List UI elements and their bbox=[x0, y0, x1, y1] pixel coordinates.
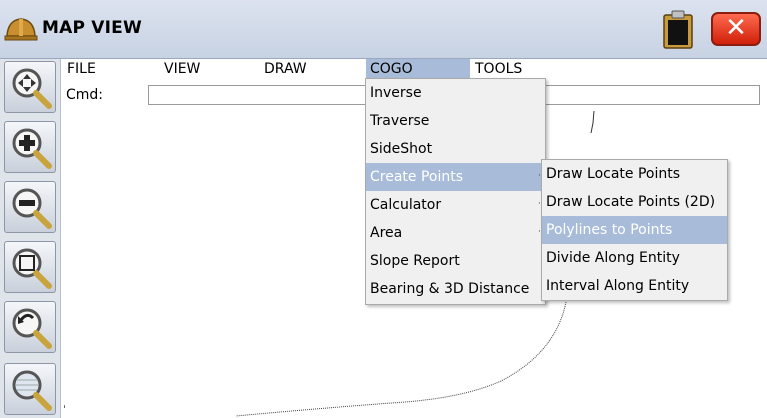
menu-item-bearing-3d-distance[interactable]: Bearing & 3D Distance bbox=[366, 275, 545, 303]
menu-view[interactable]: VIEW bbox=[164, 59, 214, 79]
zoom-out-icon bbox=[12, 188, 52, 229]
cogo-dropdown: Inverse Traverse SideShot Create Points … bbox=[365, 78, 546, 305]
menu-item-create-points[interactable]: Create Points bbox=[366, 163, 545, 191]
zoom-extents-icon bbox=[12, 370, 52, 411]
hard-hat-icon bbox=[4, 18, 38, 41]
menu-item-interval-along-entity[interactable]: Interval Along Entity bbox=[542, 272, 727, 300]
zoom-in-button[interactable] bbox=[4, 121, 56, 173]
command-label: Cmd: bbox=[66, 87, 104, 103]
menu-item-polylines-to-points[interactable]: Polylines to Points bbox=[542, 216, 727, 244]
zoom-pan-button[interactable] bbox=[4, 61, 56, 113]
close-button[interactable]: ✕ bbox=[711, 12, 761, 46]
menu-item-area[interactable]: Area bbox=[366, 219, 545, 247]
close-icon: ✕ bbox=[725, 13, 747, 43]
zoom-extents-button[interactable] bbox=[4, 363, 56, 415]
zoom-pan-icon bbox=[12, 68, 52, 109]
zoom-out-button[interactable] bbox=[4, 181, 56, 233]
menu-item-traverse[interactable]: Traverse bbox=[366, 107, 545, 135]
polyline-curve bbox=[235, 295, 568, 417]
menu-item-inverse[interactable]: Inverse bbox=[366, 79, 545, 107]
create-points-submenu: Draw Locate Points Draw Locate Points (2… bbox=[541, 159, 728, 301]
menu-tools[interactable]: TOOLS bbox=[475, 59, 535, 79]
zoom-previous-icon bbox=[12, 308, 52, 349]
menu-item-divide-along-entity[interactable]: Divide Along Entity bbox=[542, 244, 727, 272]
menu-item-slope-report[interactable]: Slope Report bbox=[366, 247, 545, 275]
clipboard-icon[interactable] bbox=[662, 10, 694, 50]
zoom-window-button[interactable] bbox=[4, 241, 56, 293]
zoom-in-icon bbox=[12, 128, 52, 169]
polyline-segment bbox=[590, 111, 595, 134]
menu-draw[interactable]: DRAW bbox=[264, 59, 314, 79]
menu-item-sideshot[interactable]: SideShot bbox=[366, 135, 545, 163]
left-toolbar bbox=[0, 59, 61, 418]
zoom-previous-button[interactable] bbox=[4, 301, 56, 353]
zoom-window-icon bbox=[12, 248, 52, 289]
origin-marker: ˈ bbox=[63, 403, 66, 416]
menu-file[interactable]: FILE bbox=[67, 59, 107, 79]
menu-item-draw-locate-points-2d[interactable]: Draw Locate Points (2D) bbox=[542, 188, 727, 216]
menu-bar: FILE VIEW DRAW COGO TOOLS bbox=[61, 59, 767, 79]
menu-item-draw-locate-points[interactable]: Draw Locate Points bbox=[542, 160, 727, 188]
title-bar: MAP VIEW ✕ bbox=[0, 0, 767, 59]
menu-item-calculator[interactable]: Calculator bbox=[366, 191, 545, 219]
window-title: MAP VIEW bbox=[42, 18, 142, 38]
menu-cogo[interactable]: COGO bbox=[366, 59, 470, 79]
